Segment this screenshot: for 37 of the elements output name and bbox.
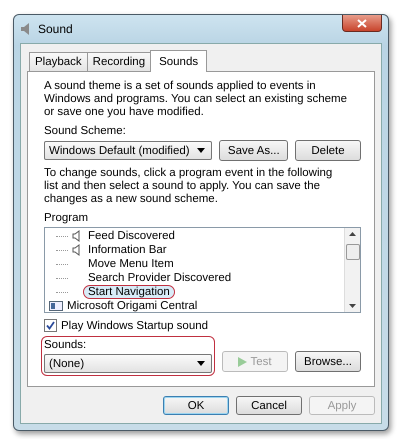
tab[interactable]: Sounds [150,50,208,72]
speaker-icon [72,230,80,242]
sound-button[interactable]: Browse... [295,351,361,372]
tab[interactable]: Playback [29,52,88,71]
dropdown-arrow-icon [196,148,205,153]
scroll-thumb[interactable] [346,244,360,260]
speaker-icon [20,22,32,36]
close-button[interactable] [342,15,382,32]
event-item[interactable]: Search Provider Discovered [45,271,344,285]
app-icon [49,301,63,311]
sounds-dropdown[interactable]: (None) [44,354,212,373]
program-item[interactable]: Microsoft Origami Central [45,299,344,312]
event-item[interactable]: Information Bar [45,243,344,257]
scheme-button[interactable]: Delete [295,140,361,161]
program-label: Program [44,212,90,224]
close-icon [357,18,367,28]
scheme-dropdown[interactable]: Windows Default (modified) [44,141,212,160]
dropdown-arrow-icon [197,361,205,366]
tab[interactable]: Recording [86,52,152,71]
scroll-down-icon[interactable] [349,304,356,308]
startup-checkbox[interactable]: Play Windows Startup sound [44,319,361,332]
scrollbar[interactable] [344,228,360,312]
scheme-button[interactable]: Save As... [218,140,288,161]
scroll-up-icon[interactable] [349,232,356,236]
event-item[interactable]: Move Menu Item [45,257,344,271]
dialog-button[interactable]: Cancel [236,396,302,415]
check-icon [46,321,55,330]
speaker-icon [72,244,80,256]
window-title: Sound [38,22,73,36]
scheme-label: Sound Scheme: [44,125,127,137]
dialog-button[interactable]: OK [163,396,229,415]
event-item[interactable]: Start Navigation [45,285,344,299]
event-item[interactable]: Feed Discovered [45,229,344,243]
description-text: A sound theme is a set of sounds applied to events in Windows and programs. You can select an existing scheme or save one you have modified. [44,80,348,119]
instructions-text: To change sounds, click a program event in the following list and then select a sound to apply. You can save the changes as a new sound scheme. [44,167,334,206]
play-icon [238,356,248,366]
sounds-label: Sounds: [44,339,88,351]
